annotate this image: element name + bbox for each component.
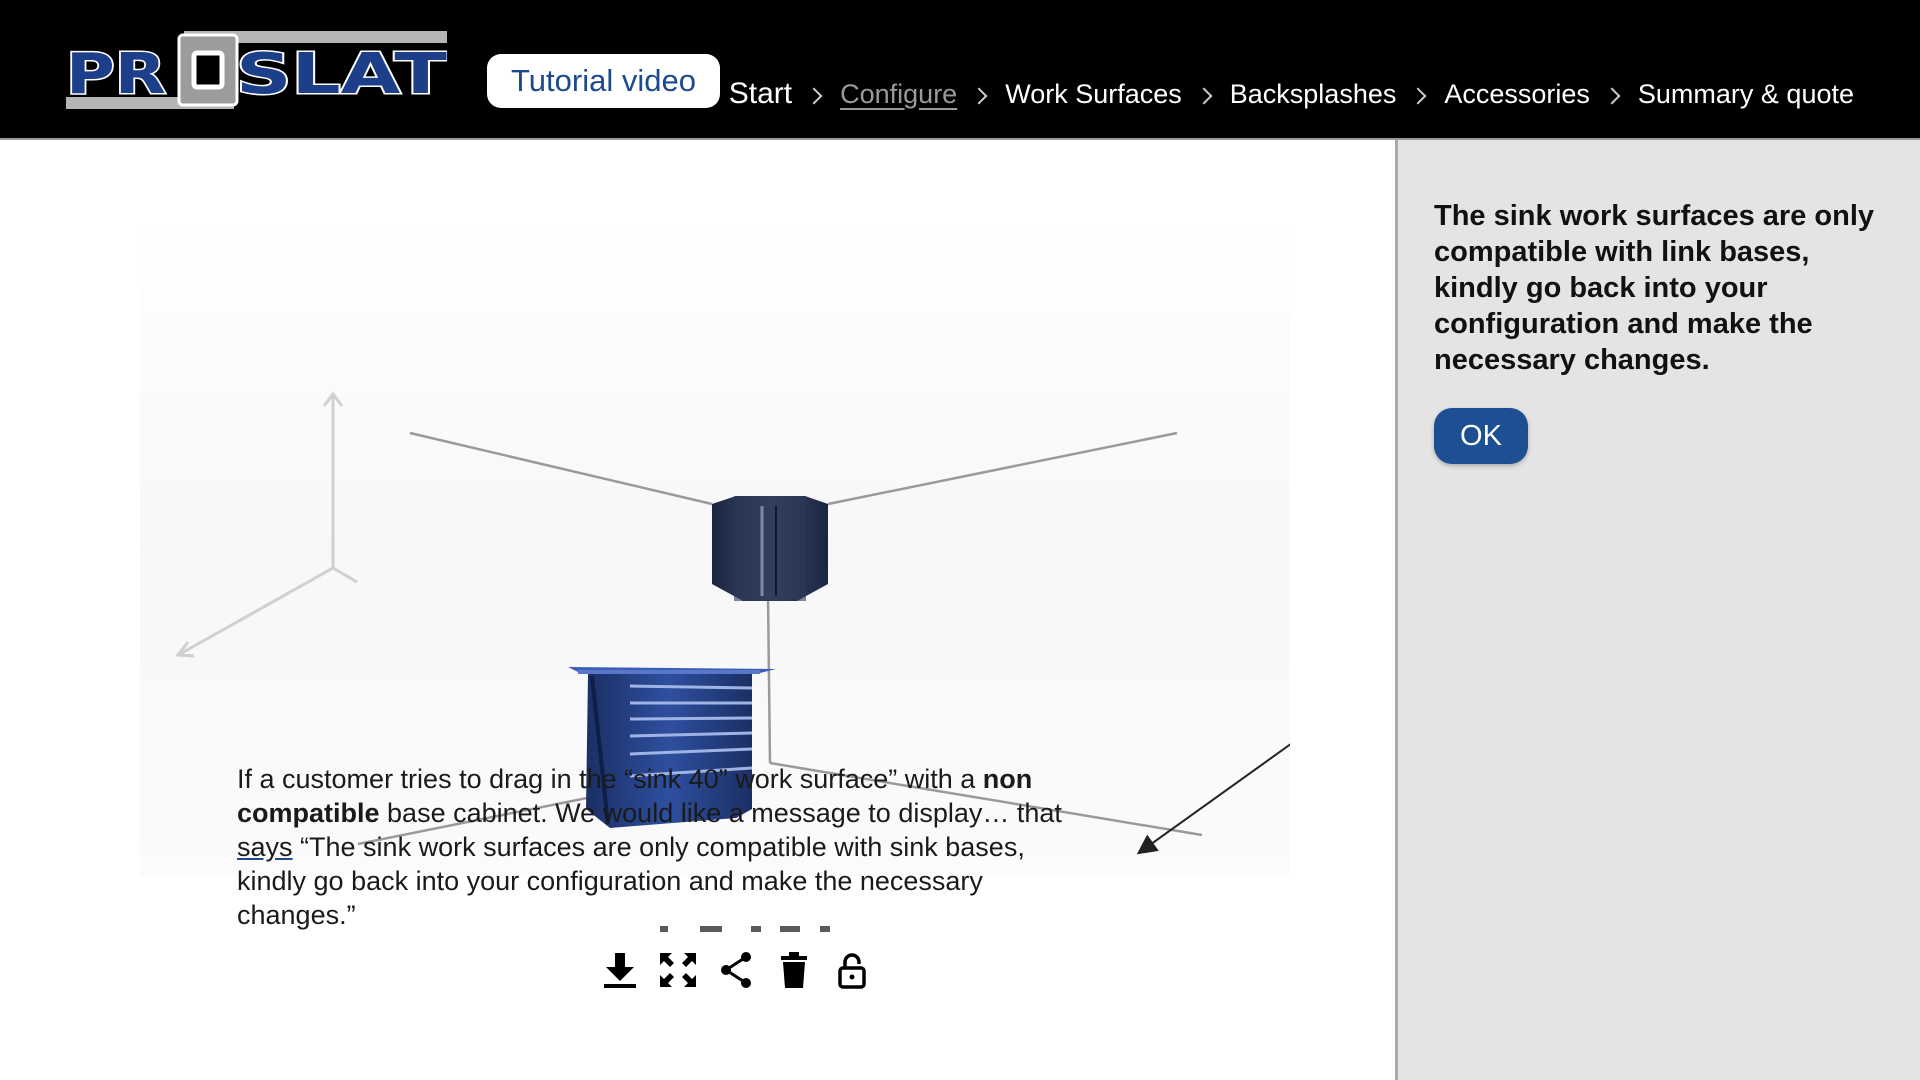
configurator-canvas[interactable]: If a customer tries to drag in the “sink…: [0, 140, 1395, 1080]
annotation-caption: If a customer tries to drag in the “sink…: [237, 764, 1062, 930]
view-toolbar: [600, 945, 872, 995]
chevron-right-icon: [970, 87, 988, 105]
compatibility-message: The sink work surfaces are only compatib…: [1434, 200, 1875, 376]
proslat-logo[interactable]: PR SLAT: [66, 31, 447, 109]
wall-cabinet[interactable]: [712, 496, 828, 601]
breadcrumb-work-surfaces[interactable]: Work Surfaces: [1005, 79, 1182, 110]
breadcrumb-backsplashes[interactable]: Backsplashes: [1230, 79, 1397, 110]
share-icon[interactable]: [716, 949, 756, 991]
callout-arrow: [1136, 743, 1290, 855]
top-header: PR SLAT Tutorial video Start Configure W…: [0, 0, 1920, 140]
chevron-right-icon: [1409, 87, 1427, 105]
breadcrumb-configure[interactable]: Configure: [840, 79, 957, 110]
svg-text:SLAT: SLAT: [236, 42, 447, 107]
tutorial-video-button[interactable]: Tutorial video: [487, 54, 720, 108]
svg-text:PR: PR: [66, 42, 166, 107]
chevron-right-icon: [1603, 87, 1621, 105]
ok-button[interactable]: OK: [1434, 408, 1528, 464]
message-panel: The sink work surfaces are only compatib…: [1398, 140, 1920, 1080]
fullscreen-icon[interactable]: [658, 949, 698, 991]
chevron-right-icon: [805, 87, 823, 105]
trash-icon[interactable]: [774, 949, 814, 991]
breadcrumb-summary-quote[interactable]: Summary & quote: [1638, 79, 1854, 110]
lock-icon[interactable]: [832, 949, 872, 991]
breadcrumb-start[interactable]: Start: [729, 77, 792, 111]
breadcrumb: Start Configure Work Surfaces Backsplash…: [729, 66, 1854, 122]
download-icon[interactable]: [600, 949, 640, 991]
chevron-right-icon: [1195, 87, 1213, 105]
axis-gizmo: [175, 391, 358, 658]
breadcrumb-accessories[interactable]: Accessories: [1444, 79, 1590, 110]
